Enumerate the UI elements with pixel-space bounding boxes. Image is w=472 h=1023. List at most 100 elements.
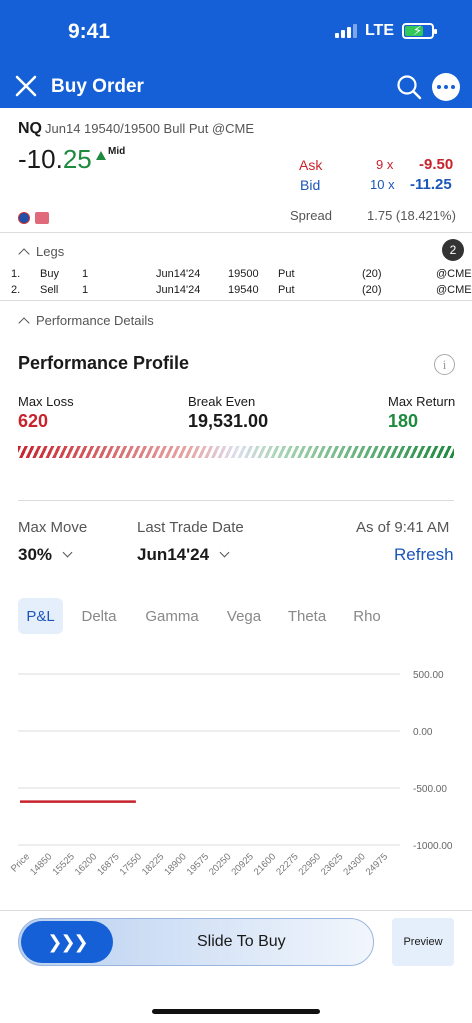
tab-delta[interactable]: Delta: [76, 598, 122, 634]
leg-type: Put: [278, 284, 295, 296]
leg-number: 2.: [11, 284, 21, 296]
x-tick-label: 24300: [341, 851, 367, 877]
leg-strike: 19540: [228, 284, 259, 296]
x-tick-label: 20250: [207, 851, 233, 877]
last-trade-date-value: Jun14'24: [137, 545, 210, 564]
leg-side: Buy: [40, 268, 59, 280]
y-tick-label: 500.00: [413, 670, 444, 681]
battery-icon: ⚡: [402, 23, 437, 39]
divider: [0, 910, 472, 911]
mid-price: -10.25: [18, 144, 92, 175]
x-tick-label: 23625: [319, 851, 345, 877]
bid-size: 10 x: [370, 177, 395, 192]
x-tick-label: 18900: [162, 851, 188, 877]
contract-detail: Jun14 19540/19500 Bull Put @CME: [45, 121, 255, 136]
bid-price: -11.25: [410, 176, 452, 193]
up-arrow-icon: [96, 151, 106, 160]
pnl-chart: 500.000.00-500.00-1000.00Price1485015525…: [9, 670, 453, 878]
ask-size: 9 x: [376, 157, 394, 172]
exchange-flag-icon: [18, 212, 30, 224]
tab-vega[interactable]: Vega: [221, 598, 267, 634]
leg-type: Put: [278, 268, 295, 280]
price-cents: 25: [62, 144, 92, 174]
chevron-up-icon: [18, 317, 30, 329]
leg-qty: 1: [82, 284, 89, 296]
last-trade-date-select[interactable]: Jun14'24: [137, 545, 230, 565]
spread-value: 1.75 (18.421%): [367, 208, 456, 223]
leg-strike: 19500: [228, 268, 259, 280]
status-icons: LTE ⚡: [334, 22, 437, 40]
leg-exchange: @CME: [436, 284, 472, 296]
info-icon[interactable]: i: [434, 354, 455, 375]
country-flag-icon: [35, 212, 49, 224]
leg-exchange: @CME: [436, 268, 472, 280]
y-tick-label: -500.00: [413, 784, 447, 795]
status-time: 9:41: [68, 20, 111, 43]
slide-to-buy-label: Slide To Buy: [197, 933, 286, 950]
y-tick-label: -1000.00: [413, 841, 453, 852]
last-trade-date-label: Last Trade Date: [137, 519, 244, 536]
tab-theta[interactable]: Theta: [284, 598, 330, 634]
leg-number: 1.: [11, 268, 21, 280]
break-even-value: 19,531.00: [188, 411, 269, 431]
performance-details-label: Performance Details: [36, 313, 154, 328]
ask-price: -9.50: [419, 156, 454, 173]
bid-label: Bid: [300, 177, 321, 193]
slide-to-buy-slider[interactable]: ❯❯❯ Slide To Buy: [18, 918, 374, 966]
max-move-label: Max Move: [18, 519, 88, 536]
leg-qty: 1: [82, 268, 89, 280]
legs-toggle[interactable]: Legs: [18, 244, 65, 260]
x-tick-label: 18225: [140, 851, 166, 877]
close-icon[interactable]: [14, 74, 38, 98]
leg-multiplier: (20): [362, 284, 382, 296]
x-tick-label: 17550: [118, 851, 144, 877]
mid-label: Mid: [108, 146, 126, 157]
as-of-time: As of 9:41 AM: [356, 519, 450, 536]
max-return-value: 180: [388, 411, 419, 431]
ask-label: Ask: [299, 157, 323, 173]
chevron-down-icon: [219, 547, 230, 558]
x-tick-label: 19575: [185, 851, 211, 877]
leg-side: Sell: [40, 284, 59, 296]
divider: [0, 300, 472, 301]
max-return-label: Max Return: [388, 394, 456, 409]
x-tick-label: 20925: [229, 851, 255, 877]
spread-label: Spread: [290, 208, 332, 223]
x-tick-label: 24975: [364, 851, 390, 877]
divider: [18, 500, 454, 501]
page-title: Buy Order: [51, 76, 144, 97]
x-tick-label: 16200: [73, 851, 99, 877]
max-loss-label: Max Loss: [18, 394, 74, 409]
slider-handle[interactable]: ❯❯❯: [21, 921, 113, 963]
leg-multiplier: (20): [362, 268, 382, 280]
preview-button[interactable]: Preview: [392, 918, 454, 966]
symbol: NQ: [18, 120, 42, 137]
x-tick-label: 16875: [95, 851, 121, 877]
x-tick-label: 22950: [297, 851, 323, 877]
chevrons-right-icon: ❯❯❯: [47, 931, 88, 952]
signal-icon: [334, 24, 357, 38]
performance-details-toggle[interactable]: Performance Details: [18, 313, 154, 329]
refresh-link[interactable]: Refresh: [394, 545, 454, 565]
max-loss-value: 620: [18, 411, 49, 431]
divider: [0, 232, 472, 233]
more-icon[interactable]: [432, 73, 460, 101]
risk-reward-bar-hatch: [18, 446, 454, 458]
y-tick-label: 0.00: [413, 727, 433, 738]
max-move-value: 30%: [18, 545, 53, 564]
break-even-label: Break Even: [188, 394, 256, 409]
leg-expiry: Jun14'24: [156, 284, 201, 296]
tab-rho[interactable]: Rho: [348, 598, 386, 634]
performance-title: Performance Profile: [18, 353, 190, 373]
x-tick-label: 21600: [252, 851, 278, 877]
tab-pnl[interactable]: P&L: [18, 598, 63, 634]
max-move-select[interactable]: 30%: [18, 545, 73, 565]
contract-description: NQ Jun14 19540/19500 Bull Put @CME: [18, 120, 254, 138]
legs-count-badge: 2: [442, 239, 464, 261]
chevron-up-icon: [18, 248, 30, 260]
home-indicator: [152, 1009, 320, 1014]
tab-gamma[interactable]: Gamma: [140, 598, 204, 634]
legs-label: Legs: [36, 244, 65, 259]
search-icon[interactable]: [396, 74, 422, 100]
x-tick-label: 15525: [50, 851, 76, 877]
